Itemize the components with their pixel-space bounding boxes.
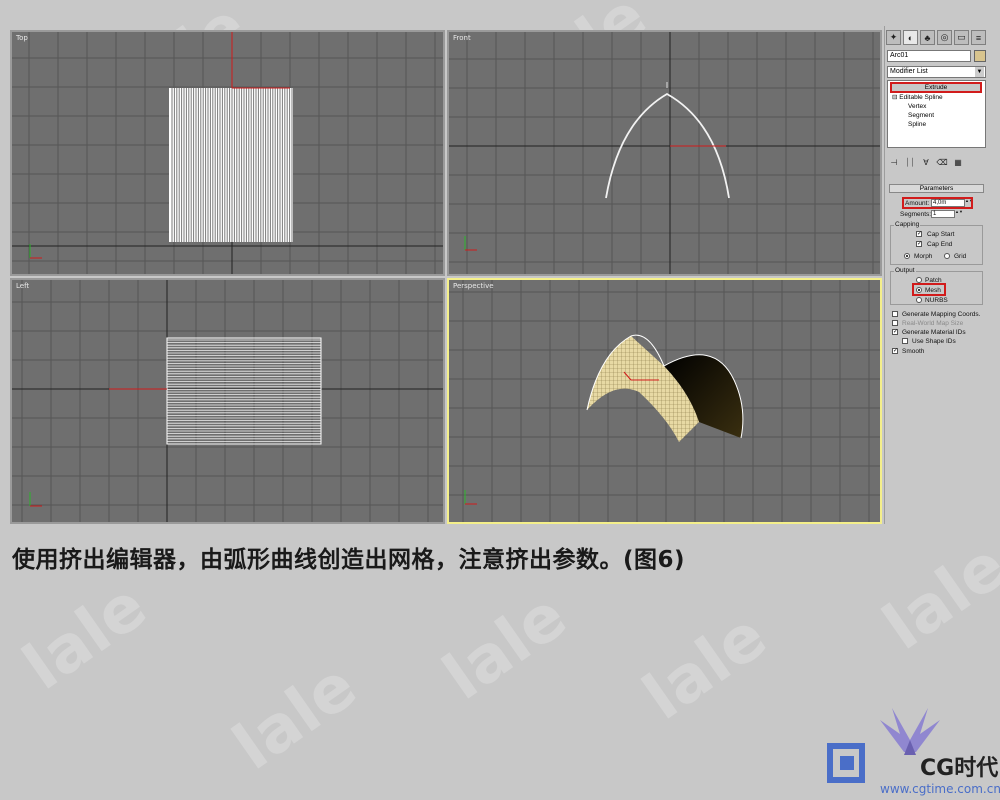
stack-item-editable-spline[interactable]: ⊟ Editable Spline: [892, 93, 943, 102]
segments-spinner-arrows[interactable]: ▲▼: [955, 210, 963, 218]
capping-group-title: Capping: [894, 221, 921, 228]
generate-material-ids-checkbox[interactable]: ✓: [892, 329, 898, 335]
pin-stack-icon[interactable]: ⊣: [888, 157, 900, 168]
nurbs-radio[interactable]: [916, 297, 922, 303]
chevron-down-icon: ▼: [975, 67, 984, 77]
morph-label: Morph: [914, 253, 933, 260]
watermark-text: lale: [10, 569, 160, 705]
segments-label: Segments:: [900, 211, 932, 218]
viewport-label-front[interactable]: Front: [453, 34, 471, 42]
viewport-top[interactable]: Top: [10, 30, 445, 276]
stack-item-label: Extrude: [924, 84, 948, 91]
object-name-field[interactable]: Arc01: [887, 50, 971, 62]
watermark-text: lale: [220, 649, 370, 785]
watermark-text: lale: [430, 579, 580, 715]
stack-item-spline[interactable]: Spline: [908, 120, 926, 129]
smooth-label: Smooth: [902, 348, 925, 355]
cap-end-label: Cap End: [927, 241, 953, 248]
object-color-swatch[interactable]: [974, 50, 986, 62]
morph-radio[interactable]: [904, 253, 910, 259]
grid-radio[interactable]: [944, 253, 950, 259]
viewport-label-left[interactable]: Left: [16, 282, 29, 290]
display-icon[interactable]: ▭: [954, 30, 969, 45]
logo-url-text: www.cgtime.com.cn: [880, 782, 1000, 796]
cap-end-checkbox[interactable]: ✓: [916, 241, 922, 247]
stack-item-vertex[interactable]: Vertex: [908, 102, 926, 111]
viewport-label-top[interactable]: Top: [16, 34, 28, 42]
modifier-stack[interactable]: Extrude ⊟ Editable Spline Vertex Segment…: [887, 80, 986, 148]
viewport-perspective[interactable]: Perspective: [447, 278, 882, 524]
modifier-list-dropdown[interactable]: Modifier List ▼: [887, 66, 986, 78]
generate-mapping-label: Generate Mapping Coords.: [902, 311, 981, 318]
top-view-canvas: [12, 32, 443, 274]
make-unique-icon[interactable]: ∀: [920, 157, 932, 168]
front-view-canvas: [449, 32, 880, 274]
viewport-left[interactable]: Left: [10, 278, 445, 524]
left-view-canvas: [12, 280, 443, 522]
remove-modifier-icon[interactable]: ⌫: [936, 157, 948, 168]
hierarchy-icon[interactable]: ♣: [920, 30, 935, 45]
parameters-rollout: Amount: 4,0m ▲▼ Segments: 1 ▲▼ Capping ✓…: [887, 195, 986, 363]
watermark-text: lale: [870, 529, 1000, 665]
real-world-map-checkbox[interactable]: [892, 320, 898, 326]
utilities-icon[interactable]: ≡: [971, 30, 986, 45]
show-end-result-icon[interactable]: ⏐⏐: [904, 157, 916, 168]
use-shape-ids-label: Use Shape IDs: [912, 338, 956, 345]
stack-item-label: Spline: [908, 121, 927, 128]
caption-text: 使用挤出编辑器，由弧形曲线创造出网格，注意挤出参数。(图6): [12, 547, 686, 573]
viewport-front[interactable]: Front: [447, 30, 882, 276]
modify-icon[interactable]: ◐: [903, 30, 918, 45]
cap-start-checkbox[interactable]: ✓: [916, 231, 922, 237]
watermark-text: lale: [630, 599, 780, 735]
nurbs-label: NURBS: [925, 297, 948, 304]
modifier-list-label: Modifier List: [890, 68, 928, 75]
grid-label: Grid: [954, 253, 967, 260]
cap-start-label: Cap Start: [927, 231, 955, 238]
stack-item-segment[interactable]: Segment: [908, 111, 934, 120]
logo-brand-text: CG时代: [920, 756, 999, 781]
viewport-label-perspective[interactable]: Perspective: [453, 282, 494, 290]
generate-material-ids-label: Generate Material IDs: [902, 329, 966, 336]
stack-item-extrude[interactable]: Extrude: [890, 82, 982, 93]
stack-item-label: Editable Spline: [899, 94, 943, 101]
perspective-view-canvas: [449, 280, 880, 522]
stack-toolbar: ⊣ ⏐⏐ ∀ ⌫ ▦: [888, 157, 985, 169]
stack-item-label: Vertex: [908, 103, 927, 110]
generate-mapping-checkbox[interactable]: [892, 311, 898, 317]
motion-icon[interactable]: ◎: [937, 30, 952, 45]
real-world-map-label: Real-World Map Size: [902, 320, 964, 327]
mesh-highlight-box: [912, 283, 946, 296]
axis-tripod-icon: [464, 490, 477, 505]
extruded-mesh-top: [169, 88, 293, 242]
axis-tripod-icon: [29, 492, 42, 507]
command-panel-tabs: ✦ ◐ ♣ ◎ ▭ ≡: [886, 30, 986, 46]
smooth-checkbox[interactable]: ✓: [892, 348, 898, 354]
stack-item-label: Segment: [908, 112, 935, 119]
amount-highlight-box: [902, 197, 973, 209]
extruded-mesh-outer: [587, 336, 699, 442]
create-icon[interactable]: ✦: [886, 30, 901, 45]
use-shape-ids-checkbox[interactable]: [902, 338, 908, 344]
parameters-rollout-title[interactable]: Parameters: [889, 184, 984, 193]
output-group-title: Output: [894, 267, 916, 274]
segments-spinner-field[interactable]: 1: [931, 210, 955, 218]
configure-sets-icon[interactable]: ▦: [952, 157, 964, 168]
